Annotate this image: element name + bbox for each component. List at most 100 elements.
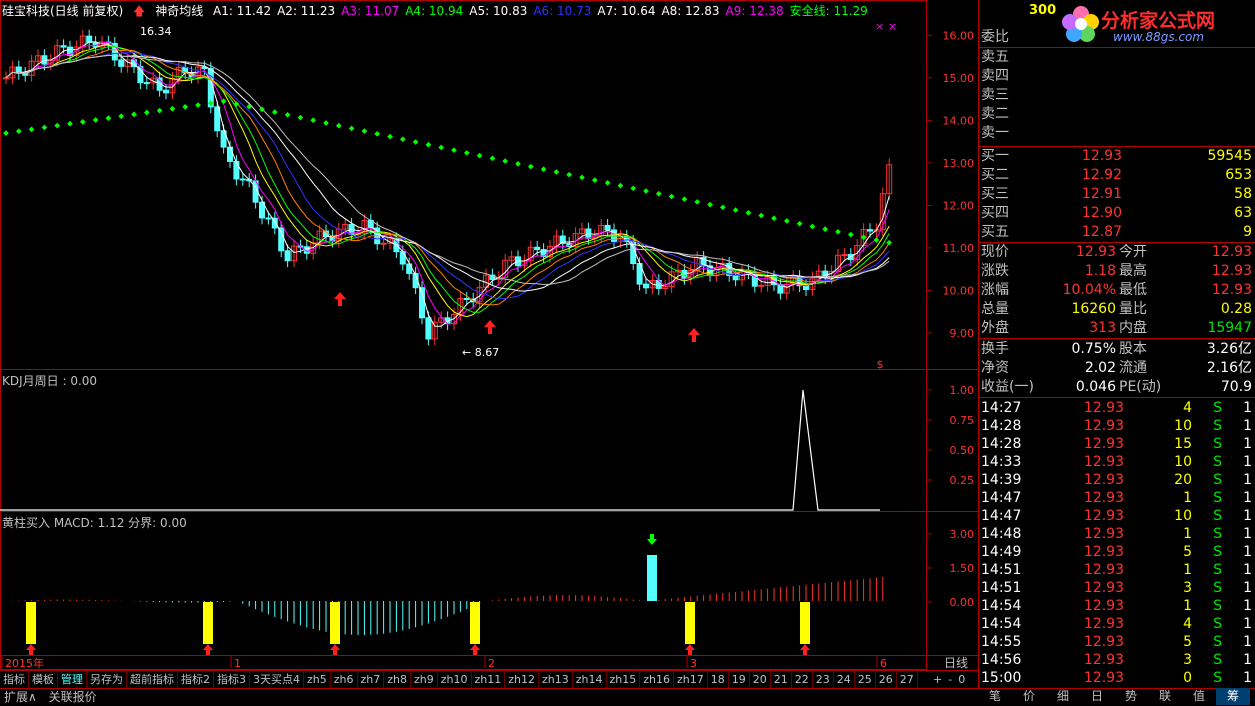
safety-line-dot: [579, 174, 585, 181]
zoom-controls[interactable]: + -0: [930, 670, 978, 688]
indicator-tab[interactable]: 管理: [58, 671, 87, 688]
indicator-tab[interactable]: zh9: [411, 671, 438, 688]
quote-label: 外盘: [981, 320, 1009, 336]
tick-count: 1: [1243, 616, 1252, 632]
tick-count: 1: [1243, 580, 1252, 596]
quote-label: 涨跌: [981, 263, 1009, 279]
indicator-tab[interactable]: zh11: [472, 671, 506, 688]
buy-label: 买二: [981, 167, 1009, 183]
right-tab[interactable]: 细: [1046, 688, 1080, 705]
indicator-tab[interactable]: 指标3: [214, 671, 250, 688]
indicator-tab[interactable]: 另存为: [87, 671, 127, 688]
indicator-tab[interactable]: 模板: [29, 671, 58, 688]
zoom-in-button[interactable]: +: [930, 673, 945, 686]
safety-line-dot: [835, 229, 841, 235]
indicator-name: 神奇均线: [155, 4, 204, 18]
tick-price: 12.93: [1083, 508, 1124, 524]
indicator-tab[interactable]: 22: [792, 671, 813, 688]
indicator-tab[interactable]: zh16: [640, 671, 674, 688]
candle-body: [643, 283, 649, 289]
safety-line-dot: [463, 150, 470, 156]
safety-line-dot: [92, 117, 99, 123]
safety-line-dot: [886, 239, 893, 246]
sell-label: 卖二: [981, 106, 1009, 122]
tick-time: 14:51: [981, 580, 1022, 596]
right-tab[interactable]: 日: [1080, 688, 1114, 705]
zoom-reset-button[interactable]: 0: [955, 673, 968, 686]
buy-volume: 9: [1243, 224, 1252, 240]
indicator-tab[interactable]: zh6: [331, 671, 358, 688]
tick-volume: 15: [1174, 436, 1192, 452]
indicator-tab[interactable]: zh12: [505, 671, 539, 688]
indicator-tab[interactable]: 24: [834, 671, 855, 688]
buy-price: 12.91: [1081, 186, 1122, 202]
indicator-tab[interactable]: zh8: [384, 671, 411, 688]
quote-label: 内盘: [1119, 320, 1147, 336]
indicator-tab[interactable]: 26: [876, 671, 897, 688]
safety-line-dot: [361, 128, 368, 134]
right-tab[interactable]: 筹: [1216, 688, 1250, 705]
tick-price: 12.93: [1083, 454, 1124, 470]
indicator-tab[interactable]: zh7: [358, 671, 385, 688]
right-tab[interactable]: 联: [1148, 688, 1182, 705]
safety-line-dot: [860, 234, 867, 241]
tick-count: 1: [1243, 670, 1252, 686]
tick-row: 14:33 12.93 10 S 1: [979, 453, 1255, 471]
indicator-tab[interactable]: zh10: [438, 671, 472, 688]
sell-row: 卖四: [979, 67, 1255, 85]
safety-line-dot: [707, 201, 713, 208]
buy-label: 买一: [981, 148, 1009, 164]
buy-arrow-icon: [26, 644, 36, 655]
related-quote-button[interactable]: 关联报价: [45, 690, 101, 704]
indicator-tab[interactable]: zh15: [607, 671, 641, 688]
tick-time: 14:48: [981, 526, 1022, 542]
quote-label: 最高: [1119, 263, 1147, 279]
safety-line-dot: [310, 117, 317, 124]
indicator-tabbar[interactable]: 指标 模板 管理 另存为 超前指标 指标2 指标3 3天买点4 zh5 zh6 zh7 zh8 zh9 z…: [0, 670, 978, 688]
zoom-out-button[interactable]: -: [945, 673, 955, 686]
right-tabs[interactable]: 笔价细日势联值筹: [978, 688, 1255, 706]
indicator-tab[interactable]: zh17: [674, 671, 708, 688]
indicator-tab[interactable]: zh14: [573, 671, 607, 688]
safety-line-dot: [745, 209, 752, 216]
indicator-tab[interactable]: zh5: [304, 671, 331, 688]
tick-time: 15:00: [981, 670, 1022, 686]
indicator-tab[interactable]: zh13: [539, 671, 573, 688]
indicator-tab[interactable]: 25: [855, 671, 876, 688]
stock-name: 硅宝科技(日线 前复权): [2, 4, 124, 18]
period-label[interactable]: 日线: [934, 654, 978, 670]
tick-price: 12.93: [1083, 652, 1124, 668]
safety-line-dot: [15, 128, 22, 135]
right-tab[interactable]: 笔: [978, 688, 1012, 705]
indicator-tab[interactable]: 指标2: [178, 671, 214, 688]
tick-time: 14:54: [981, 598, 1022, 614]
indicator-tab[interactable]: 20: [750, 671, 771, 688]
right-tab[interactable]: 势: [1114, 688, 1148, 705]
safety-line-dot: [681, 196, 688, 203]
indicator-tab[interactable]: 19: [729, 671, 750, 688]
tick-volume: 10: [1174, 454, 1192, 470]
tick-count: 1: [1243, 598, 1252, 614]
indicator-tab[interactable]: 18: [708, 671, 729, 688]
right-tab[interactable]: 值: [1182, 688, 1216, 705]
indicator-tab[interactable]: 指标: [0, 671, 29, 688]
safety-line-dot: [527, 163, 534, 170]
expand-button[interactable]: 扩展∧: [0, 690, 41, 704]
safety-line-dot: [809, 223, 816, 230]
indicator-tab[interactable]: 3天买点4: [250, 671, 304, 688]
chart-area[interactable]: 16.00 15.00 14.00 13.00 12.00 11.00 10.00 9.00 1…: [0, 0, 978, 670]
indicator-tab[interactable]: 21: [771, 671, 792, 688]
legend-item: A7: 10.64: [597, 4, 656, 18]
right-tab[interactable]: 价: [1012, 688, 1046, 705]
chart-canvas[interactable]: 16.0015.0014.0013.0012.0011.0010.009.001…: [0, 0, 978, 670]
safety-line-dot: [28, 126, 35, 133]
indicator-tab[interactable]: 23: [813, 671, 834, 688]
x-tick-label: 6: [880, 657, 887, 670]
safety-line-dot: [67, 120, 73, 127]
tick-time: 14:55: [981, 634, 1022, 650]
indicator-tab[interactable]: 27: [897, 671, 918, 688]
indicator-tab[interactable]: 超前指标: [127, 671, 178, 688]
fund-value: 0.75%: [1071, 341, 1116, 357]
yellow-buy-bar: [685, 602, 695, 644]
y-tick-label: 3.00: [950, 528, 975, 541]
